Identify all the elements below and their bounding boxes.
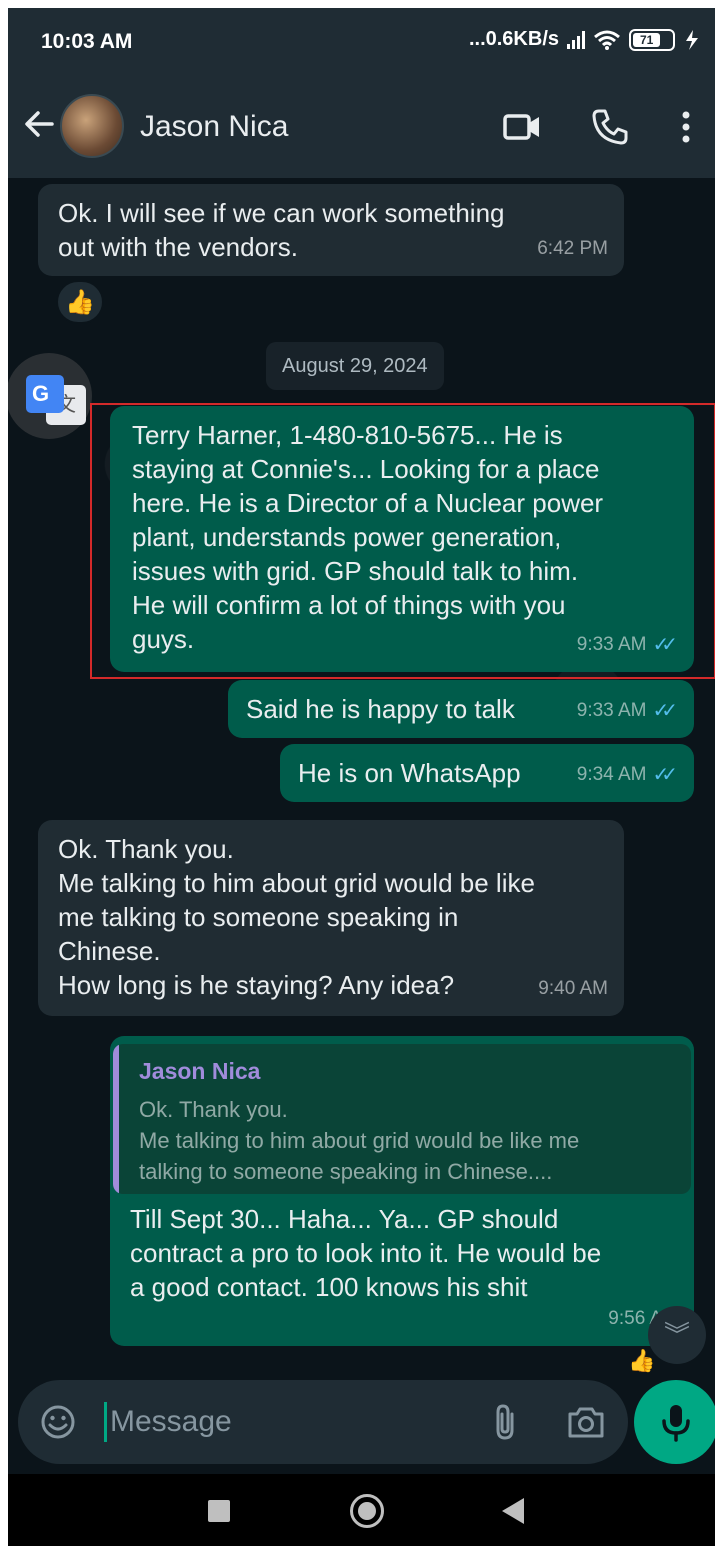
contact-name[interactable]: Jason Nica — [140, 110, 288, 144]
message-time: 9:40 AM — [538, 978, 608, 999]
system-back-icon[interactable] — [502, 1498, 524, 1524]
chat-header: Jason Nica — [8, 74, 715, 178]
camera-icon[interactable] — [566, 1402, 606, 1442]
message-text: Ok. Thank you. Me talking to him about g… — [58, 834, 535, 1000]
back-arrow-icon[interactable] — [22, 107, 56, 141]
message-time: 9:34 AM — [576, 764, 647, 785]
status-time: 10:03 AM — [41, 30, 133, 53]
outgoing-message[interactable]: Terry Harner, 1-480-810-5675... He is st… — [110, 406, 694, 672]
thumbs-up-reaction-icon: 👍 — [628, 1348, 656, 1373]
status-indicators: ...0.6KB/s 71 — [469, 28, 701, 51]
quote-bar — [113, 1044, 119, 1194]
recents-icon[interactable] — [208, 1500, 230, 1522]
message-meta: 9:34 AM ✓✓ — [577, 758, 678, 792]
quoted-text: Ok. Thank you. Me talking to him about g… — [139, 1097, 580, 1184]
message-meta: 9:33 AM ✓✓ — [577, 628, 678, 662]
read-receipt-icon: ✓✓ — [652, 700, 677, 722]
text-cursor — [104, 1402, 107, 1442]
incoming-message[interactable]: Ok. I will see if we can work something … — [38, 184, 624, 276]
mic-button[interactable] — [634, 1380, 715, 1464]
battery-level: 71 — [633, 32, 661, 47]
signal-icon — [567, 30, 585, 49]
quoted-author: Jason Nica — [139, 1058, 261, 1084]
google-icon: G — [26, 375, 64, 413]
more-options-icon[interactable] — [666, 107, 706, 147]
message-time: 9:33 AM — [576, 634, 647, 655]
quoted-message[interactable]: Jason Nica Ok. Thank you. Me talking to … — [113, 1044, 691, 1194]
battery-icon: 71 — [629, 28, 675, 51]
outgoing-message[interactable]: He is on WhatsApp 9:34 AM ✓✓ — [280, 744, 694, 802]
translate-bubble[interactable]: 文 G — [8, 353, 92, 439]
message-input[interactable] — [110, 1400, 470, 1444]
incoming-message[interactable]: Ok. Thank you. Me talking to him about g… — [38, 820, 624, 1016]
read-receipt-icon: ✓✓ — [652, 634, 677, 656]
microphone-icon — [662, 1405, 690, 1442]
read-receipt-icon: ✓✓ — [652, 764, 677, 786]
video-call-icon[interactable] — [502, 107, 542, 147]
message-text: Till Sept 30... Haha... Ya... GP should … — [130, 1204, 602, 1302]
network-speed: ...0.6KB/s — [468, 28, 559, 50]
charging-icon — [686, 29, 698, 50]
wifi-icon — [594, 30, 620, 50]
date-separator: August 29, 2024 — [266, 342, 444, 390]
message-meta: 6:42 PM — [537, 232, 608, 266]
status-bar: 10:03 AM ...0.6KB/s 71 — [8, 8, 715, 74]
scroll-to-bottom-icon[interactable]: ︾ — [648, 1306, 706, 1364]
contact-avatar[interactable] — [60, 94, 124, 158]
system-navigation-bar — [8, 1474, 715, 1546]
voice-call-icon[interactable] — [590, 107, 630, 147]
message-composer — [18, 1380, 628, 1464]
attach-icon[interactable] — [490, 1402, 520, 1442]
message-time: 9:33 AM — [576, 700, 647, 721]
phone-screen: 10:03 AM ...0.6KB/s 71 Jason Nica Ok. I … — [8, 8, 715, 1546]
outgoing-message[interactable]: Said he is happy to talk 9:33 AM ✓✓ — [228, 680, 694, 738]
message-meta: 9:33 AM ✓✓ — [577, 694, 678, 728]
emoji-icon[interactable] — [40, 1404, 76, 1440]
message-meta: 9:40 AM — [538, 972, 608, 1006]
message-text: Ok. I will see if we can work something … — [58, 198, 505, 262]
message-time: 6:42 PM — [537, 238, 608, 259]
home-icon[interactable] — [350, 1494, 384, 1528]
thumbs-up-reaction-icon[interactable]: 👍 — [56, 280, 104, 324]
message-text: Terry Harner, 1-480-810-5675... He is st… — [132, 420, 604, 654]
